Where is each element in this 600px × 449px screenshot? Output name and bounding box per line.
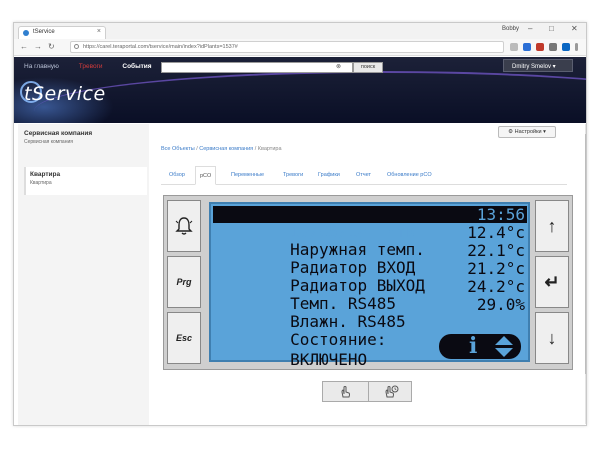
breadcrumb: Все Объекты / Сервисная компания / Кварт… bbox=[161, 146, 282, 152]
tab-title: tService bbox=[33, 29, 55, 35]
star-icon[interactable] bbox=[510, 43, 518, 51]
company-title: Сервисная компания bbox=[24, 130, 93, 137]
lcd-state: ВКЛЮЧЕНО bbox=[290, 350, 368, 369]
top-nav: На главную Тревоги События bbox=[24, 63, 170, 70]
sidebar-item-subtitle: Квартира bbox=[30, 180, 52, 186]
lcd-row-radiator-out: Радиатор ВЫХОД 21.2°c bbox=[213, 259, 527, 294]
breadcrumb-apartment: Квартира bbox=[257, 146, 282, 152]
search-input[interactable] bbox=[161, 62, 353, 73]
down-button[interactable]: ↓ bbox=[535, 312, 569, 364]
tab-bar: Обзор pCO Переменные Тревоги Графики Отч… bbox=[161, 166, 567, 185]
lcd-display: 10/05/18 Чтв 13:56 Наружная темп. 12.4°c… bbox=[209, 202, 530, 368]
lcd-down-arrow-icon bbox=[495, 348, 513, 357]
info-icon: i bbox=[469, 333, 478, 359]
lcd-row-radiator-in: Радиатор ВХОД 22.1°c bbox=[213, 241, 527, 276]
breadcrumb-separator: / bbox=[196, 146, 198, 152]
breadcrumb-all-objects[interactable]: Все Объекты bbox=[161, 146, 195, 152]
tservice-logo[interactable]: tService bbox=[24, 83, 106, 105]
tservice-favicon-icon bbox=[23, 30, 29, 36]
enter-button[interactable]: ↵ bbox=[535, 256, 569, 308]
lcd-time: 13:56 bbox=[476, 205, 525, 224]
header-swoosh bbox=[34, 71, 586, 123]
tab-pco[interactable]: pCO bbox=[195, 166, 217, 185]
hand-tap-button[interactable] bbox=[323, 382, 367, 401]
lcd-value: 29.0% bbox=[476, 295, 525, 314]
hand-hold-icon bbox=[384, 385, 398, 397]
tab-report[interactable]: Отчет bbox=[356, 172, 371, 178]
lcd-value: 12.4°c bbox=[467, 223, 525, 242]
nav-home[interactable]: На главную bbox=[24, 63, 59, 70]
browser-window: tService × Bobby – □ ✕ ← → ↻ https://car… bbox=[13, 22, 587, 426]
minimize-icon[interactable]: – bbox=[528, 24, 532, 33]
user-menu-button[interactable]: Dmitry Smelov ▾ bbox=[503, 59, 573, 72]
extension-gray-icon[interactable] bbox=[549, 43, 557, 51]
sidebar: Сервисная компания Сервисная компания Кв… bbox=[18, 124, 149, 425]
lcd-row-rs485-temp: Темп. RS485 24.2°c bbox=[213, 277, 527, 312]
tab-alarms[interactable]: Тревоги bbox=[283, 172, 303, 178]
lcd-row-outdoor-temp: Наружная темп. 12.4°c bbox=[213, 223, 527, 258]
url-text: https://carel.teraportal.com/tservice/ma… bbox=[83, 44, 238, 50]
pco-terminal: Prg Esc 10/05/18 Чтв 13:56 Наружная темп… bbox=[163, 195, 573, 370]
close-window-icon[interactable]: ✕ bbox=[571, 24, 578, 33]
lcd-value: 21.2°c bbox=[467, 259, 525, 278]
browser-user-name[interactable]: Bobby bbox=[502, 26, 519, 32]
tab-update-pco[interactable]: Обновление pCO bbox=[387, 172, 432, 178]
nav-alarms[interactable]: Тревоги bbox=[79, 63, 103, 70]
prg-button[interactable]: Prg bbox=[167, 256, 201, 308]
back-icon[interactable]: ← bbox=[20, 42, 28, 51]
nav-events[interactable]: События bbox=[122, 63, 151, 70]
tab-variables[interactable]: Переменные bbox=[231, 172, 264, 178]
esc-button[interactable]: Esc bbox=[167, 312, 201, 364]
app-header: На главную Тревоги События ⊗ поиск Dmitr… bbox=[14, 57, 586, 123]
reload-icon[interactable]: ↻ bbox=[48, 42, 55, 51]
search-clear-icon[interactable]: ⊗ bbox=[336, 63, 341, 70]
hand-tap-icon bbox=[341, 385, 350, 397]
lcd-row-datetime: 10/05/18 Чтв 13:56 bbox=[213, 205, 527, 240]
extension-blue-icon[interactable] bbox=[523, 43, 531, 51]
breadcrumb-separator: / bbox=[254, 146, 257, 152]
bell-icon bbox=[175, 217, 193, 235]
tab-close-icon[interactable]: × bbox=[97, 28, 101, 35]
up-button[interactable]: ↑ bbox=[535, 200, 569, 252]
browser-menu-icon[interactable] bbox=[575, 43, 578, 51]
lcd-row-state-label: Состояние: bbox=[213, 314, 527, 348]
address-bar: ← → ↻ https://carel.teraportal.com/tserv… bbox=[14, 39, 586, 56]
forward-icon[interactable]: → bbox=[34, 42, 42, 51]
sidebar-item-apartment[interactable]: Квартира Квартира bbox=[24, 167, 147, 195]
company-subtitle: Сервисная компания bbox=[24, 139, 73, 145]
lcd-row-rs485-humidity: Влажн. RS485 29.0% bbox=[213, 295, 527, 330]
maximize-icon[interactable]: □ bbox=[549, 24, 554, 33]
tab-charts[interactable]: Графики bbox=[318, 172, 340, 178]
sidebar-item-title: Квартира bbox=[30, 171, 61, 178]
url-field[interactable]: https://carel.teraportal.com/tservice/ma… bbox=[70, 41, 504, 53]
search-button[interactable]: поиск bbox=[353, 62, 383, 73]
bottom-button-group bbox=[322, 381, 412, 402]
breadcrumb-service-company[interactable]: Сервисная компания bbox=[199, 146, 253, 152]
page-scrollbar[interactable] bbox=[585, 124, 586, 424]
secure-lock-icon bbox=[74, 44, 79, 49]
title-bar: tService × Bobby – □ ✕ bbox=[14, 23, 586, 39]
settings-button[interactable]: ⚙ Настройки ▾ bbox=[498, 126, 556, 138]
extension-red-icon[interactable] bbox=[536, 43, 544, 51]
alarm-bell-button[interactable] bbox=[167, 200, 201, 252]
hand-hold-button[interactable] bbox=[368, 382, 412, 401]
extension-linkedin-icon[interactable] bbox=[562, 43, 570, 51]
browser-tab[interactable]: tService × bbox=[18, 26, 106, 39]
lcd-up-arrow-icon bbox=[495, 336, 513, 345]
lcd-info-indicator: i bbox=[439, 334, 521, 359]
tab-overview[interactable]: Обзор bbox=[169, 172, 185, 178]
lcd-value: 24.2°c bbox=[467, 277, 525, 296]
lcd-value: 22.1°c bbox=[467, 241, 525, 260]
scrollbar-thumb[interactable] bbox=[585, 134, 586, 374]
